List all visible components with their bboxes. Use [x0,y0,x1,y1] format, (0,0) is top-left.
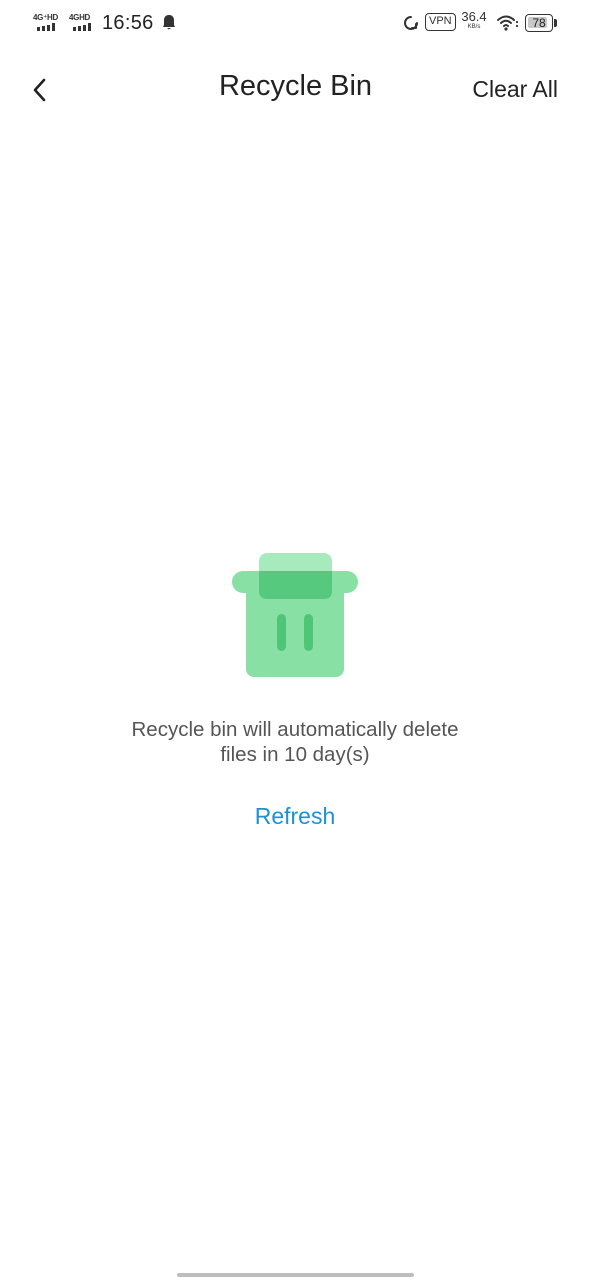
network-speed-unit: KB/s [467,24,481,30]
status-time: 16:56 [102,12,154,34]
refresh-button[interactable]: Refresh [195,803,395,830]
app-header: Recycle Bin Clear All [0,56,591,126]
status-bar: 4G⁺HD 4GHD 16:56 VPN 36.4 KB/s 78 [0,0,591,46]
empty-state-message-line1: Recycle bin will automatically delete [131,718,459,741]
sim2-network-label: 4GHD [69,13,91,22]
empty-state-message-line2: files in 10 day(s) [220,743,370,766]
back-button[interactable] [20,70,60,110]
battery-level: 78 [532,16,546,30]
home-indicator[interactable] [177,1273,414,1277]
ghost-icon [163,15,175,30]
sim1-network-label: 4G⁺HD [33,13,58,22]
network-speed-value: 36.4 [461,9,487,24]
wifi-icon [497,15,519,31]
vpn-badge: VPN [425,13,456,31]
sim2-signal-icon: 4GHD [69,13,99,33]
sync-icon [404,16,418,30]
chevron-left-icon [33,78,46,102]
trash-bin-icon [232,553,358,677]
battery-icon: 78 [525,14,557,32]
empty-state-message: Recycle bin will automatically delete fi… [45,717,545,767]
network-speed: 36.4 KB/s [458,10,490,30]
sim1-signal-icon: 4G⁺HD [33,13,63,33]
clear-all-button[interactable]: Clear All [472,76,558,103]
